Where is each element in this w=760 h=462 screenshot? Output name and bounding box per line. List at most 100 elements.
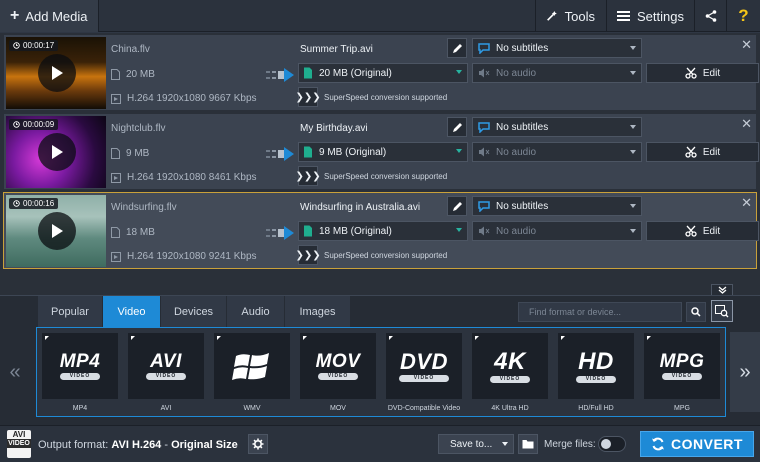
format-tile-hd[interactable]: HD VIDEO HD/Full HD [558,333,634,412]
file-green-icon [304,67,312,79]
output-format-icon: AVI VIDEO [7,430,31,458]
play-button[interactable] [38,212,76,250]
scroll-left-button[interactable]: « [0,332,30,412]
output-size-dropdown[interactable]: 20 MB (Original) [298,63,468,83]
video-thumbnail[interactable]: 00:00:09 [6,116,106,188]
add-media-label: Add Media [25,8,88,24]
scissors-icon [685,225,697,237]
open-folder-button[interactable] [518,434,538,454]
4k-logo: 4K VIDEO [472,333,548,399]
file-row-selected[interactable]: 00:00:16 Windsurfing.flv 18 MB H.264 192… [3,192,759,269]
toggle-knob [601,439,611,449]
play-button[interactable] [38,54,76,92]
tab-popular[interactable]: Popular [38,296,103,327]
duration-badge: 00:00:16 [9,198,59,209]
plus-icon: + [10,7,20,24]
format-search-input[interactable]: Find format or device... [518,302,682,322]
speaker-muted-icon [479,147,490,157]
format-tile-wmv[interactable]: WMV [214,333,290,412]
play-button[interactable] [38,133,76,171]
subtitles-dropdown[interactable]: No subtitles [472,38,642,58]
format-tile-avi[interactable]: AVI VIDEO AVI [128,333,204,412]
convert-button[interactable]: CONVERT [640,431,754,457]
duration-badge: 00:00:17 [9,40,59,51]
bottom-bar: AVI VIDEO Output format: AVI H.264 - Ori… [0,425,760,462]
source-filename: Windsurfing.flv [111,202,177,213]
rename-button[interactable] [447,196,467,216]
remove-file-button[interactable]: ✕ [741,116,752,132]
source-size: 18 MB [111,227,155,238]
add-media-button[interactable]: + Add Media [0,0,99,32]
file-green-icon [304,225,312,237]
chevron-down-icon [456,70,462,74]
audio-dropdown[interactable]: No audio [472,142,642,162]
gear-icon [252,438,264,450]
scroll-right-button[interactable]: » [730,332,760,412]
merge-files-toggle[interactable] [598,436,626,452]
format-tiles: MP4 VIDEO MP4 AVI VIDEO AVI WMV MOV VIDEO M… [36,327,726,417]
output-size-dropdown[interactable]: 9 MB (Original) [298,142,468,162]
convert-arrow-icon [266,147,294,161]
audio-dropdown[interactable]: No audio [472,63,642,83]
device-search-icon [715,304,729,317]
share-icon [705,10,716,22]
tab-video[interactable]: Video [103,296,161,327]
share-button[interactable] [694,0,726,32]
search-button[interactable] [686,302,706,322]
rename-button[interactable] [447,117,467,137]
format-tile-mpg[interactable]: MPG VIDEO MPG [644,333,720,412]
clock-icon [13,200,20,207]
tools-label: Tools [564,8,595,24]
tab-devices[interactable]: Devices [161,296,227,327]
video-thumbnail[interactable]: 00:00:16 [6,195,106,267]
mp4-logo: MP4 VIDEO [42,333,118,399]
film-icon [111,251,121,262]
audio-dropdown[interactable]: No audio [472,221,642,241]
film-icon [111,172,121,183]
edit-button[interactable]: Edit [646,221,759,241]
tools-button[interactable]: Tools [535,0,605,32]
remove-file-button[interactable]: ✕ [741,37,752,53]
convert-arrow-icon [266,68,294,82]
speaker-muted-icon [479,68,490,78]
source-filename: Nightclub.flv [111,123,166,134]
convert-cycle-icon [652,437,665,451]
format-tile-dvd[interactable]: DVD VIDEO DVD-Compatible Video [386,333,462,412]
edit-button[interactable]: Edit [646,63,759,83]
chevron-down-icon [630,204,636,208]
save-to-dropdown[interactable]: Save to... [438,434,514,454]
rename-button[interactable] [447,38,467,58]
speech-bubble-icon [478,121,490,133]
speech-bubble-icon [478,200,490,212]
tab-images[interactable]: Images [285,296,351,327]
subtitles-dropdown[interactable]: No subtitles [472,196,642,216]
detect-device-button[interactable] [711,300,733,322]
output-size-dropdown[interactable]: 18 MB (Original) [298,221,468,241]
format-settings-button[interactable] [248,434,268,454]
windows-logo-icon [214,333,290,399]
speech-bubble-icon [478,42,490,54]
remove-file-button[interactable]: ✕ [741,195,752,211]
superspeed-icon: ❯❯❯ [295,245,321,265]
file-green-icon [304,146,312,158]
format-tile-mov[interactable]: MOV VIDEO MOV [300,333,376,412]
source-info: H.264 1920x1080 8461 Kbps [111,172,257,183]
mpg-logo: MPG VIDEO [644,333,720,399]
play-icon [52,224,63,238]
format-tile-mp4[interactable]: MP4 VIDEO MP4 [42,333,118,412]
file-row[interactable]: 00:00:09 Nightclub.flv 9 MB H.264 1920x1… [3,113,759,190]
help-button[interactable]: ? [726,0,760,32]
file-row[interactable]: 00:00:17 China.flv 20 MB H.264 1920x1080… [3,34,759,111]
folder-icon [522,440,534,449]
scissors-icon [685,67,697,79]
source-info: H.264 1920x1080 9667 Kbps [111,93,257,104]
subtitles-dropdown[interactable]: No subtitles [472,117,642,137]
format-tabs: Popular Video Devices Audio Images [38,296,351,327]
video-thumbnail[interactable]: 00:00:17 [6,37,106,109]
tab-audio[interactable]: Audio [227,296,285,327]
format-tile-4k[interactable]: 4K VIDEO 4K Ultra HD [472,333,548,412]
edit-button[interactable]: Edit [646,142,759,162]
settings-button[interactable]: Settings [606,0,694,32]
superspeed-icon: ❯❯❯ [295,166,321,186]
superspeed-text: SuperSpeed conversion supported [324,93,448,102]
